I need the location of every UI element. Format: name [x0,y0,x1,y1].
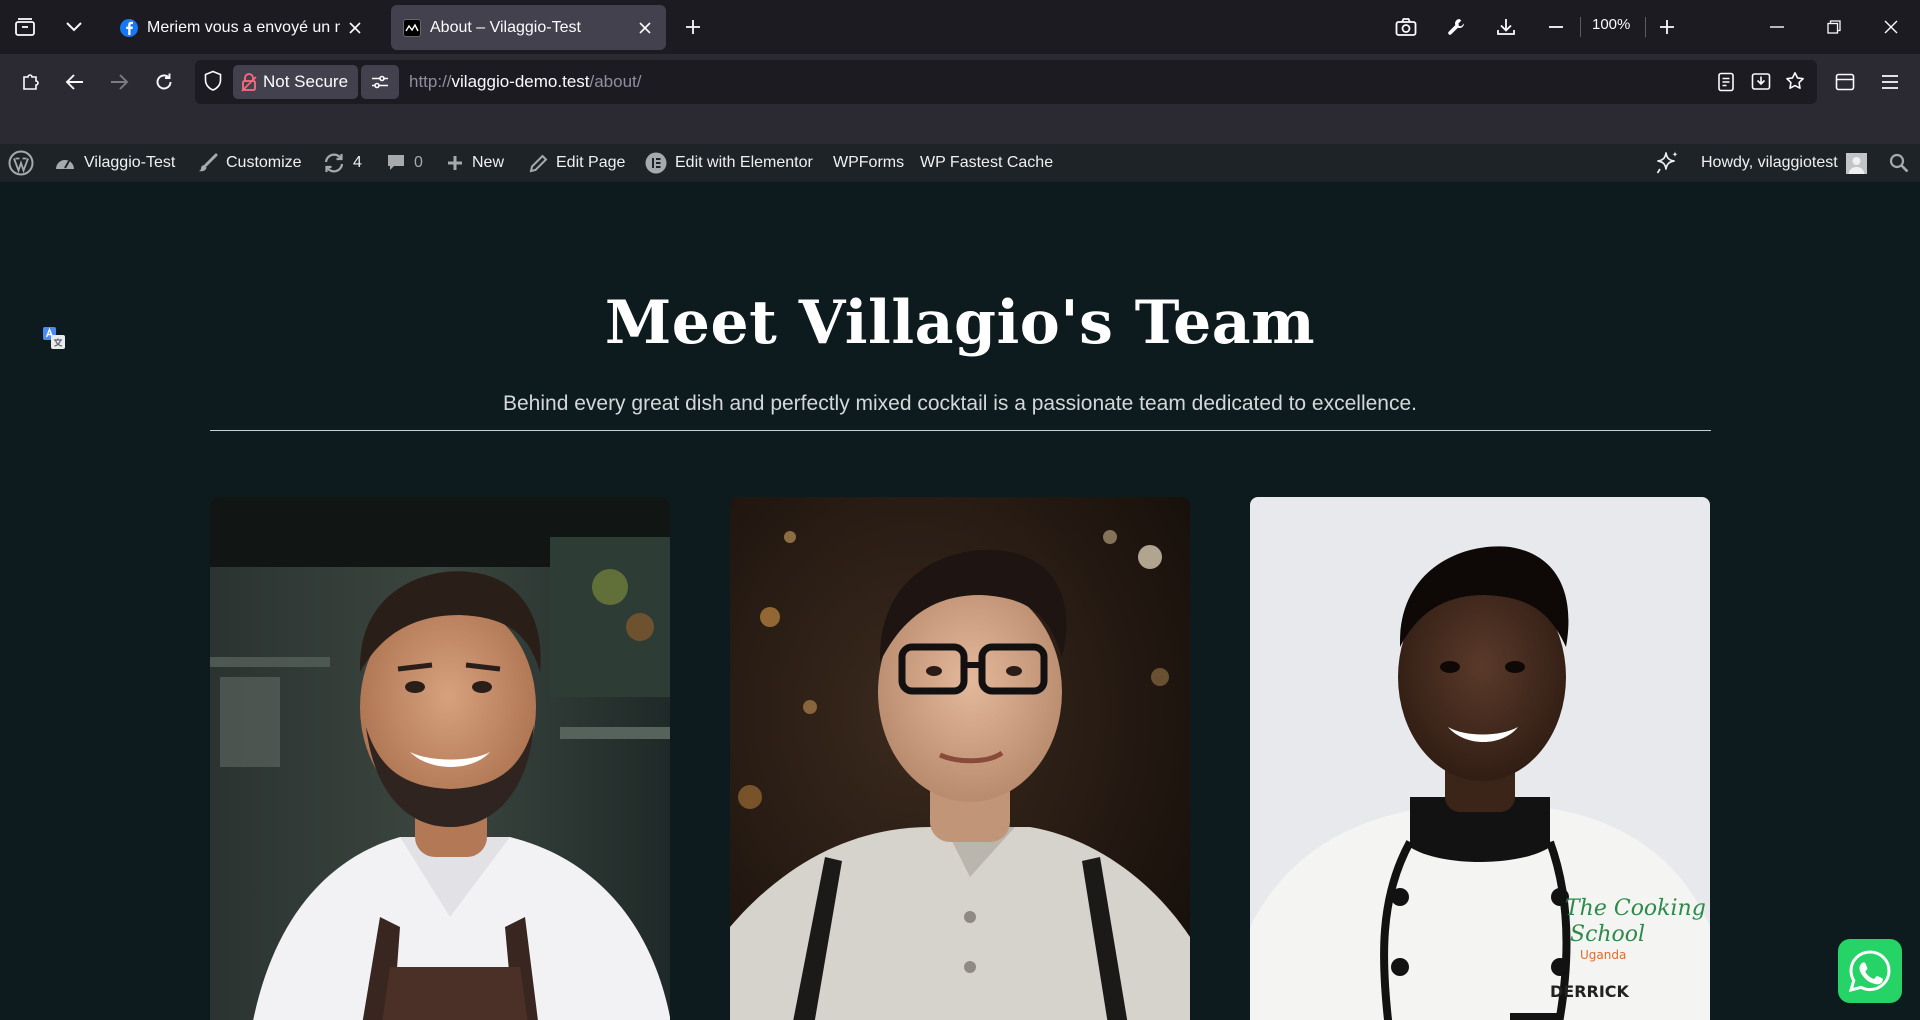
wp-account-menu[interactable]: Howdy, vilaggiotest [1701,144,1867,182]
broken-lock-icon [241,72,257,92]
team-member-photo: The Cooking School Uganda DERRICK [1250,497,1710,1020]
wp-wpforms-link[interactable]: WPForms [833,144,904,182]
tab-list-chevron-down-icon[interactable] [60,13,88,41]
wp-updates-link[interactable]: 4 [323,144,362,182]
tab-title: Meriem vous a envoyé un mess [147,18,340,36]
wp-customize-link[interactable]: Customize [198,144,302,182]
wp-wpforms-label: WPForms [833,154,905,171]
wrench-icon[interactable] [1442,13,1470,41]
team-member-card [730,497,1190,1020]
toolbar-divider [1645,17,1646,37]
bookmark-star-icon[interactable] [1785,71,1805,91]
elementor-logo-icon [645,152,667,174]
wp-search-icon[interactable] [1889,144,1909,182]
window-restore-icon[interactable] [1820,13,1848,41]
tab-about-vilaggio[interactable]: About – Vilaggio-Test [391,5,666,50]
jacket-name-tag: DERRICK [1550,982,1630,1001]
wp-edit-elementor-label: Edit with Elementor [675,154,813,171]
sidebar-toggle-icon[interactable] [1829,66,1861,98]
wp-edit-elementor-link[interactable]: Edit with Elementor [645,144,813,182]
wp-fastest-cache-label: WP Fastest Cache [920,154,1054,171]
team-member-card: The Cooking School Uganda DERRICK [1250,497,1710,1020]
wp-admin-bar: Vilaggio-Test Customize 4 0 New Edit Pag… [0,144,1920,182]
jacket-logo-line3: Uganda [1580,948,1626,962]
wp-customize-label: Customize [226,154,302,171]
forward-arrow-icon[interactable] [103,66,135,98]
team-member-photo [210,497,670,1020]
window-close-icon[interactable] [1877,13,1905,41]
security-label: Not Secure [263,72,349,91]
tab-close-icon[interactable] [636,19,654,37]
team-member-card [210,497,670,1020]
wordpress-logo-icon[interactable] [8,144,34,182]
dashboard-gauge-icon [54,154,76,172]
tracking-protection-shield-icon[interactable] [203,70,223,92]
new-tab-plus-icon[interactable] [679,13,707,41]
wp-howdy-label: Howdy, vilaggiotest [1701,154,1838,171]
url-scheme: http:// [409,72,452,91]
ai-sparkles-icon[interactable] [1654,144,1682,182]
screenshot-camera-icon[interactable] [1392,13,1420,41]
back-arrow-icon[interactable] [59,66,91,98]
site-icon [403,18,421,37]
updates-refresh-icon [323,153,345,173]
paintbrush-icon [198,153,218,173]
wp-updates-count: 4 [353,154,362,171]
collections-icon[interactable] [11,13,39,41]
zoom-in-plus-icon[interactable] [1653,13,1681,41]
page-title: Meet Villagio's Team [604,288,1316,358]
pencil-icon [529,154,548,173]
browser-tab-bar: Meriem vous a envoyé un mess About – Vil… [0,0,1920,54]
wp-new-label: New [472,154,505,171]
whatsapp-icon [1847,948,1893,994]
wp-edit-page-label: Edit Page [556,154,626,171]
wp-comments-count: 0 [414,154,423,171]
extensions-puzzle-icon[interactable] [14,66,46,98]
jacket-logo-line1: The Cooking [1565,896,1706,921]
facebook-icon [120,18,138,37]
whatsapp-chat-button[interactable] [1838,939,1902,1003]
app-menu-hamburger-icon[interactable] [1874,66,1906,98]
permissions-sliders-icon[interactable] [361,65,399,99]
plus-icon [446,154,464,172]
not-secure-indicator[interactable]: Not Secure [233,65,359,99]
jacket-logo-line2: School [1570,922,1645,947]
url-path: /about/ [589,72,642,91]
save-to-pocket-icon[interactable] [1751,71,1771,91]
wp-site-name: Vilaggio-Test [84,154,176,171]
download-icon[interactable] [1492,13,1520,41]
comment-bubble-icon [386,153,406,173]
reload-icon[interactable] [148,66,180,98]
wp-edit-page-link[interactable]: Edit Page [529,144,625,182]
toolbar-divider [1580,17,1581,37]
wp-new-link[interactable]: New [446,144,504,182]
page-subtitle: Behind every great dish and perfectly mi… [502,392,1417,415]
url-text[interactable]: http://vilaggio-demo.test/about/ [409,72,642,92]
wp-fastest-cache-link[interactable]: WP Fastest Cache [920,144,1053,182]
wp-site-name-link[interactable]: Vilaggio-Test [54,144,175,182]
tab-title: About – Vilaggio-Test [430,18,581,36]
avatar [1845,152,1867,174]
browser-nav-bar: Not Secure http://vilaggio-demo.test/abo… [0,54,1920,144]
tab-close-icon[interactable] [346,19,364,37]
tab-facebook[interactable]: Meriem vous a envoyé un mess [108,5,376,50]
title-divider [210,430,1711,431]
window-minimize-icon[interactable] [1763,13,1791,41]
reader-view-icon[interactable] [1717,72,1735,92]
zoom-level[interactable]: 100% [1592,16,1630,33]
zoom-out-minus-icon[interactable] [1542,13,1570,41]
url-host: vilaggio-demo.test [451,72,590,91]
url-bar[interactable]: Not Secure http://vilaggio-demo.test/abo… [195,60,1817,104]
wp-comments-link[interactable]: 0 [386,144,423,182]
team-member-photo [730,497,1190,1020]
